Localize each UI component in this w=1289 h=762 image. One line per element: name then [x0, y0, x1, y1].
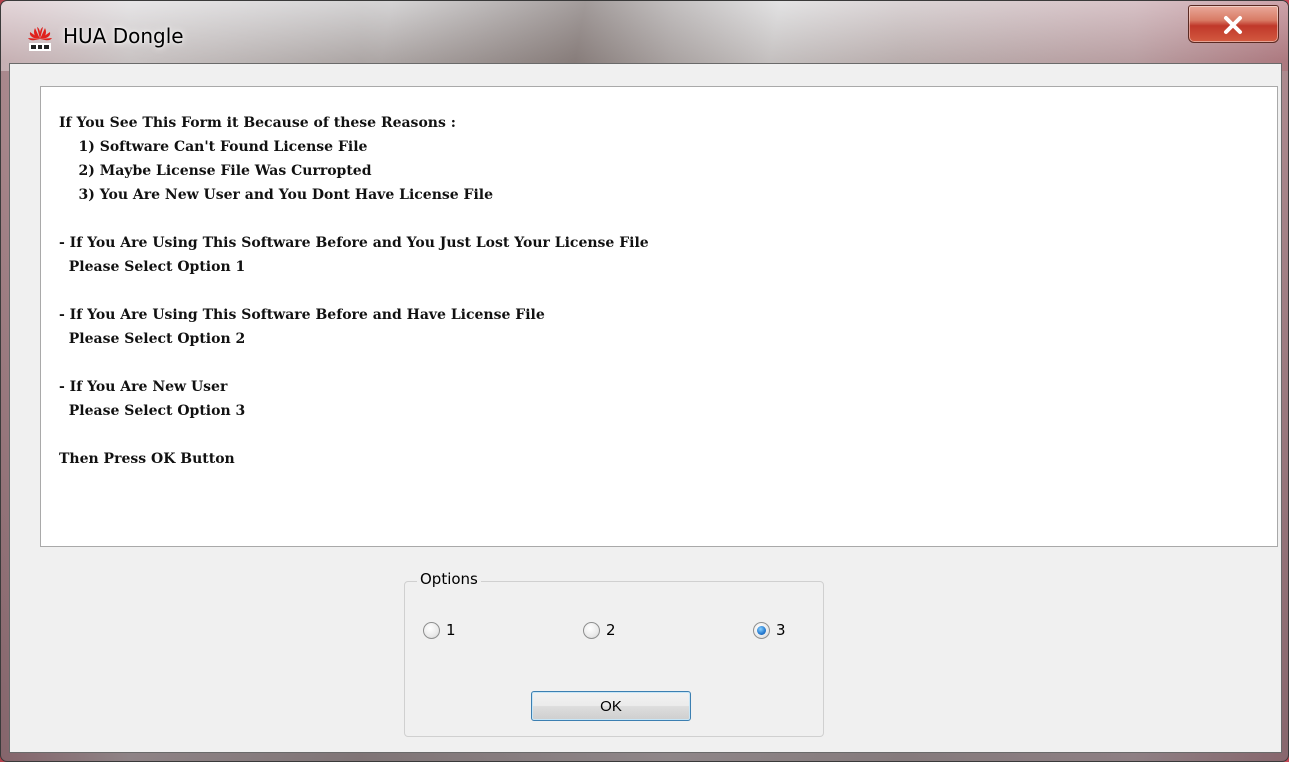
options-groupbox: Options 1 2 3 OK — [404, 570, 824, 737]
close-icon — [1224, 16, 1242, 34]
close-button[interactable] — [1188, 5, 1279, 43]
option-2-radio[interactable]: 2 — [583, 620, 616, 640]
option-3-label: 3 — [776, 621, 786, 639]
title-bar[interactable]: HUA Dongle — [1, 1, 1288, 63]
dialog-window: HUA Dongle If You See This Form it Becau… — [0, 0, 1289, 762]
radio-button-3[interactable] — [753, 621, 770, 639]
options-legend: Options — [417, 570, 481, 588]
radio-button-2[interactable] — [583, 621, 600, 639]
ok-button[interactable]: OK — [531, 691, 691, 721]
radio-button-1[interactable] — [423, 621, 440, 639]
dialog-client-area: If You See This Form it Because of these… — [9, 63, 1282, 753]
option-1-label: 1 — [446, 621, 456, 639]
window-title: HUA Dongle — [63, 24, 184, 48]
option-2-label: 2 — [606, 621, 616, 639]
info-textbox[interactable]: If You See This Form it Because of these… — [40, 86, 1278, 547]
option-3-radio[interactable]: 3 — [753, 620, 786, 640]
huawei-logo-icon — [28, 27, 52, 51]
option-1-radio[interactable]: 1 — [423, 620, 456, 640]
